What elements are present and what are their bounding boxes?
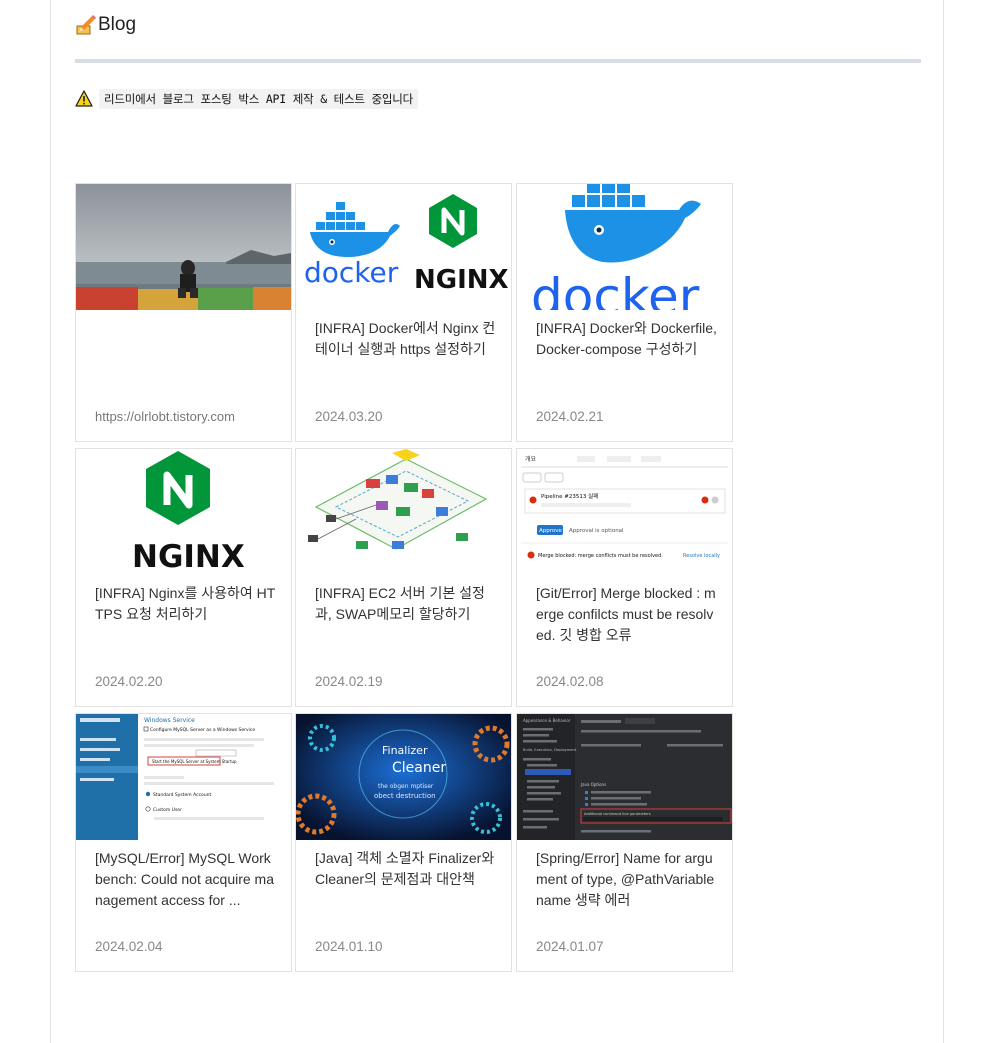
post-card[interactable]: 개요 Pipeline #23513 실패 Approve Approval i…: [516, 448, 733, 707]
svg-text:Configure MySQL Server as a Wi: Configure MySQL Server as a Windows Serv…: [150, 727, 255, 733]
svg-text:Pipeline #23513 실패: Pipeline #23513 실패: [541, 492, 598, 500]
notice-banner: 리드미에서 블로그 포스팅 박스 API 제작 & 테스트 중입니다: [75, 89, 419, 109]
profile-photo: [76, 184, 291, 310]
post-title[interactable]: [INFRA] EC2 서버 기본 설정과, SWAP메모리 할당하기: [315, 583, 497, 625]
post-date: 2024.01.07: [536, 939, 604, 954]
post-thumbnail: docker NGINX: [296, 184, 511, 310]
post-thumbnail: [296, 449, 511, 575]
post-card[interactable]: Appearance & Behavior Build, Execution, …: [516, 713, 733, 972]
svg-text:docker: docker: [304, 256, 399, 289]
svg-text:Finalizer: Finalizer: [382, 744, 428, 757]
svg-text:Start the MySQL Server at Syst: Start the MySQL Server at System Startup: [152, 759, 237, 764]
svg-text:Java Options: Java Options: [580, 782, 606, 787]
post-title[interactable]: [Java] 객체 소멸자 Finalizer와 Cleaner의 문제점과 대…: [315, 848, 497, 890]
post-date: 2024.02.21: [536, 409, 604, 424]
profile-card[interactable]: https://olrlobt.tistory.com: [75, 183, 292, 442]
post-thumbnail: Windows Service Configure MySQL Server a…: [76, 714, 291, 840]
post-card[interactable]: [INFRA] EC2 서버 기본 설정과, SWAP메모리 할당하기 2024…: [295, 448, 512, 707]
post-card[interactable]: docker NGINX [INFRA] Docker에서 Nginx 컨테이너…: [295, 183, 512, 442]
post-date: 2024.02.20: [95, 674, 163, 689]
post-title[interactable]: [INFRA] Docker에서 Nginx 컨테이너 실행과 https 설정…: [315, 318, 497, 360]
svg-text:Custom User: Custom User: [153, 807, 182, 813]
post-card[interactable]: NGINX [INFRA] Nginx를 사용하여 HTTPS 요청 처리하기 …: [75, 448, 292, 707]
post-thumbnail: Finalizer Cleaner the obgen mptiser obec…: [296, 714, 511, 840]
svg-text:Approve: Approve: [539, 528, 563, 534]
svg-text:Approval is optional: Approval is optional: [569, 528, 624, 534]
post-thumbnail: Appearance & Behavior Build, Execution, …: [517, 714, 732, 840]
svg-text:obect destruction: obect destruction: [374, 792, 436, 800]
svg-text:the obgen mptiser: the obgen mptiser: [378, 783, 434, 790]
svg-text:Resolve locally: Resolve locally: [683, 553, 720, 559]
post-date: 2024.02.04: [95, 939, 163, 954]
post-grid: https://olrlobt.tistory.com docker NGINX: [75, 183, 735, 973]
svg-text:Additional command line parame: Additional command line parameters: [584, 812, 651, 816]
blog-title: Blog: [98, 14, 137, 35]
svg-text:NGINX: NGINX: [414, 265, 509, 295]
svg-text:Build, Execution, Deployment: Build, Execution, Deployment: [523, 748, 577, 752]
post-thumbnail: 개요 Pipeline #23513 실패 Approve Approval i…: [517, 449, 732, 575]
post-date: 2024.03.20: [315, 409, 383, 424]
svg-text:Appearance & Behavior: Appearance & Behavior: [523, 718, 571, 723]
post-date: 2024.02.08: [536, 674, 604, 689]
svg-text:NGINX: NGINX: [132, 539, 245, 575]
blog-header: Blog: [75, 14, 136, 36]
warning-icon: [75, 90, 93, 108]
post-thumbnail: NGINX: [76, 449, 291, 575]
svg-text:개요: 개요: [525, 455, 537, 463]
post-card[interactable]: Finalizer Cleaner the obgen mptiser obec…: [295, 713, 512, 972]
post-date: 2024.01.10: [315, 939, 383, 954]
post-card[interactable]: Windows Service Configure MySQL Server a…: [75, 713, 292, 972]
post-title[interactable]: [Spring/Error] Name for argument of type…: [536, 848, 718, 911]
notice-text: 리드미에서 블로그 포스팅 박스 API 제작 & 테스트 중입니다: [99, 89, 419, 109]
profile-url[interactable]: https://olrlobt.tistory.com: [95, 409, 235, 424]
post-title[interactable]: [INFRA] Docker와 Dockerfile, Docker-compo…: [536, 318, 718, 360]
svg-text:Standard System Account: Standard System Account: [153, 792, 212, 798]
svg-text:docker: docker: [531, 268, 700, 310]
post-title[interactable]: [MySQL/Error] MySQL Workbench: Could not…: [95, 848, 277, 911]
post-title[interactable]: [INFRA] Nginx를 사용하여 HTTPS 요청 처리하기: [95, 583, 277, 625]
pencil-icon: [75, 14, 97, 36]
svg-text:Merge blocked: merge conflicts: Merge blocked: merge conflicts must be r…: [538, 553, 663, 559]
svg-text:Windows Service: Windows Service: [144, 717, 195, 724]
svg-text:Cleaner: Cleaner: [392, 760, 446, 776]
header-divider: [75, 59, 921, 63]
post-title[interactable]: [Git/Error] Merge blocked : merge confil…: [536, 583, 718, 646]
post-date: 2024.02.19: [315, 674, 383, 689]
post-card[interactable]: docker [INFRA] Docker와 Dockerfile, Docke…: [516, 183, 733, 442]
post-thumbnail: docker: [517, 184, 732, 310]
